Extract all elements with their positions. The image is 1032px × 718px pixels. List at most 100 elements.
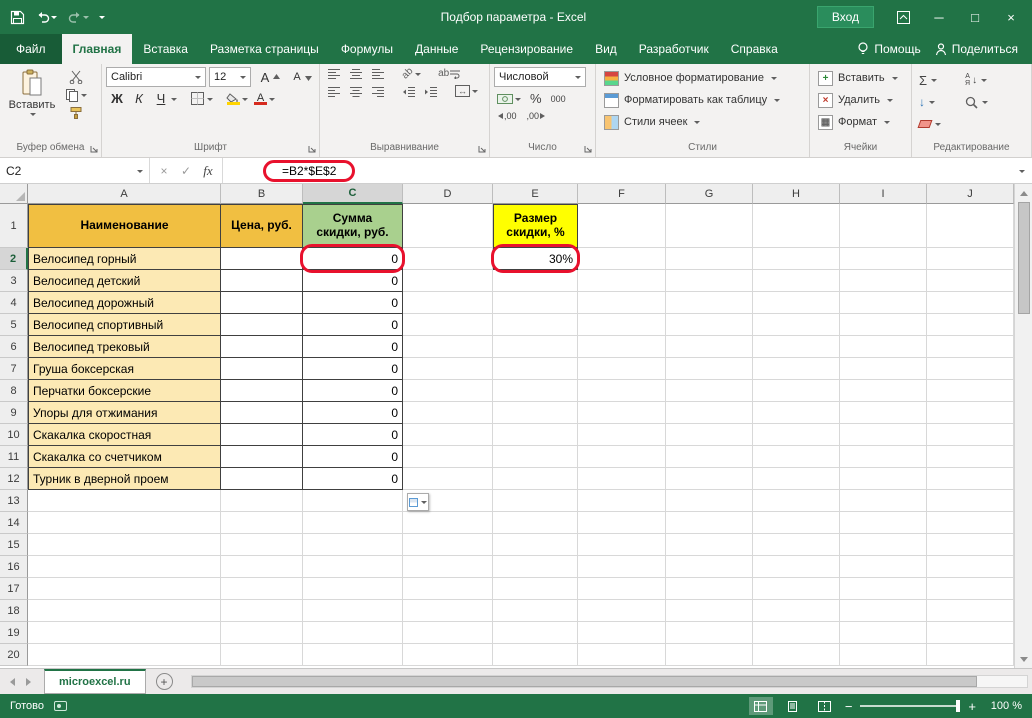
styles-item-1[interactable]: Форматировать как таблицу <box>600 89 805 111</box>
cell-C19[interactable] <box>303 622 403 644</box>
font-color-button[interactable]: А <box>251 92 278 106</box>
cell-E11[interactable] <box>493 446 578 468</box>
cells-item-caret-1[interactable] <box>887 99 893 105</box>
styles-item-caret-0[interactable] <box>771 77 777 83</box>
cell-J11[interactable] <box>927 446 1014 468</box>
cell-D2[interactable] <box>403 248 493 270</box>
zoom-level[interactable]: 100 % <box>984 700 1022 712</box>
cell-G20[interactable] <box>666 644 753 666</box>
row-header-14[interactable]: 14 <box>0 512 28 534</box>
cell-J3[interactable] <box>927 270 1014 292</box>
cell-F8[interactable] <box>578 380 666 402</box>
cell-E12[interactable] <box>493 468 578 490</box>
decrease-decimal-button[interactable]: ,00 <box>524 110 550 122</box>
cell-H17[interactable] <box>753 578 840 600</box>
cell-J2[interactable] <box>927 248 1014 270</box>
fill-color-button[interactable] <box>223 92 251 106</box>
align-middle-button[interactable] <box>346 67 366 80</box>
styles-item-2[interactable]: Стили ячеек <box>600 111 805 133</box>
row-header-9[interactable]: 9 <box>0 402 28 424</box>
cell-A8[interactable]: Перчатки боксерские <box>28 380 221 402</box>
orientation-dropdown-icon[interactable] <box>415 73 421 79</box>
clipboard-dialog-launcher-icon[interactable] <box>89 144 99 154</box>
cell-C20[interactable] <box>303 644 403 666</box>
customize-qat-icon[interactable] <box>99 16 105 22</box>
row-header-1[interactable]: 1 <box>0 204 28 248</box>
tab-file[interactable]: Файл <box>0 34 62 64</box>
cell-A10[interactable]: Скакалка скоростная <box>28 424 221 446</box>
vertical-scrollbar[interactable] <box>1014 184 1032 668</box>
number-format-dropdown-icon[interactable] <box>575 76 581 82</box>
zoom-slider[interactable] <box>860 705 960 707</box>
tab-Вставка[interactable]: Вставка <box>132 34 199 64</box>
cell-F7[interactable] <box>578 358 666 380</box>
cell-B8[interactable] <box>221 380 303 402</box>
cell-G9[interactable] <box>666 402 753 424</box>
format-painter-button[interactable] <box>62 105 90 121</box>
clear-button[interactable] <box>916 113 962 135</box>
cell-B11[interactable] <box>221 446 303 468</box>
cell-B2[interactable] <box>221 248 303 270</box>
name-box-dropdown-icon[interactable] <box>137 170 143 176</box>
cell-H5[interactable] <box>753 314 840 336</box>
cell-A20[interactable] <box>28 644 221 666</box>
tab-Разметка страницы[interactable]: Разметка страницы <box>199 34 330 64</box>
cell-H7[interactable] <box>753 358 840 380</box>
cell-I18[interactable] <box>840 600 927 622</box>
ribbon-display-options-icon[interactable] <box>886 2 920 32</box>
align-bottom-button[interactable] <box>368 67 388 80</box>
cell-I16[interactable] <box>840 556 927 578</box>
cell-J17[interactable] <box>927 578 1014 600</box>
macro-record-icon[interactable] <box>54 701 67 711</box>
cell-A1[interactable]: Наименование <box>28 204 221 248</box>
align-left-button[interactable] <box>324 85 344 98</box>
cell-D16[interactable] <box>403 556 493 578</box>
font-size-combo[interactable]: 12 <box>209 67 251 87</box>
cell-J9[interactable] <box>927 402 1014 424</box>
cell-C12[interactable]: 0 <box>303 468 403 490</box>
bold-button[interactable]: Ж <box>106 90 128 107</box>
cell-G1[interactable] <box>666 204 753 248</box>
cell-A16[interactable] <box>28 556 221 578</box>
row-header-8[interactable]: 8 <box>0 380 28 402</box>
row-header-12[interactable]: 12 <box>0 468 28 490</box>
cell-F12[interactable] <box>578 468 666 490</box>
minimize-button[interactable]: ─ <box>922 2 956 32</box>
cell-D5[interactable] <box>403 314 493 336</box>
help-item[interactable]: Помощь <box>857 42 920 56</box>
cancel-entry-icon[interactable]: × <box>154 164 174 178</box>
sign-in-button[interactable]: Вход <box>817 6 874 28</box>
cell-D1[interactable] <box>403 204 493 248</box>
cell-D4[interactable] <box>403 292 493 314</box>
merge-center-button[interactable]: ↔ <box>452 84 481 98</box>
sheet-tab-active[interactable]: microexcel.ru <box>44 669 146 694</box>
cell-E16[interactable] <box>493 556 578 578</box>
cell-E19[interactable] <box>493 622 578 644</box>
cell-A19[interactable] <box>28 622 221 644</box>
cell-D6[interactable] <box>403 336 493 358</box>
font-color-dropdown-icon[interactable] <box>269 98 275 104</box>
cell-C13[interactable] <box>303 490 403 512</box>
cell-G4[interactable] <box>666 292 753 314</box>
cell-J13[interactable] <box>927 490 1014 512</box>
insert-function-button[interactable]: fx <box>198 163 218 179</box>
autofill-options-button[interactable] <box>407 493 429 511</box>
cell-A7[interactable]: Груша боксерская <box>28 358 221 380</box>
column-header-H[interactable]: H <box>753 184 840 204</box>
cell-F4[interactable] <box>578 292 666 314</box>
page-break-view-button[interactable] <box>813 697 837 715</box>
cell-G12[interactable] <box>666 468 753 490</box>
cell-C8[interactable]: 0 <box>303 380 403 402</box>
cell-C4[interactable]: 0 <box>303 292 403 314</box>
cell-J7[interactable] <box>927 358 1014 380</box>
find-select-button[interactable] <box>962 91 1012 113</box>
cell-J5[interactable] <box>927 314 1014 336</box>
cell-I9[interactable] <box>840 402 927 424</box>
cell-J8[interactable] <box>927 380 1014 402</box>
column-header-J[interactable]: J <box>927 184 1014 204</box>
cell-E9[interactable] <box>493 402 578 424</box>
decrease-indent-button[interactable] <box>399 85 419 98</box>
zoom-in-button[interactable]: + <box>968 700 976 713</box>
tab-Главная[interactable]: Главная <box>62 34 133 64</box>
cell-I12[interactable] <box>840 468 927 490</box>
